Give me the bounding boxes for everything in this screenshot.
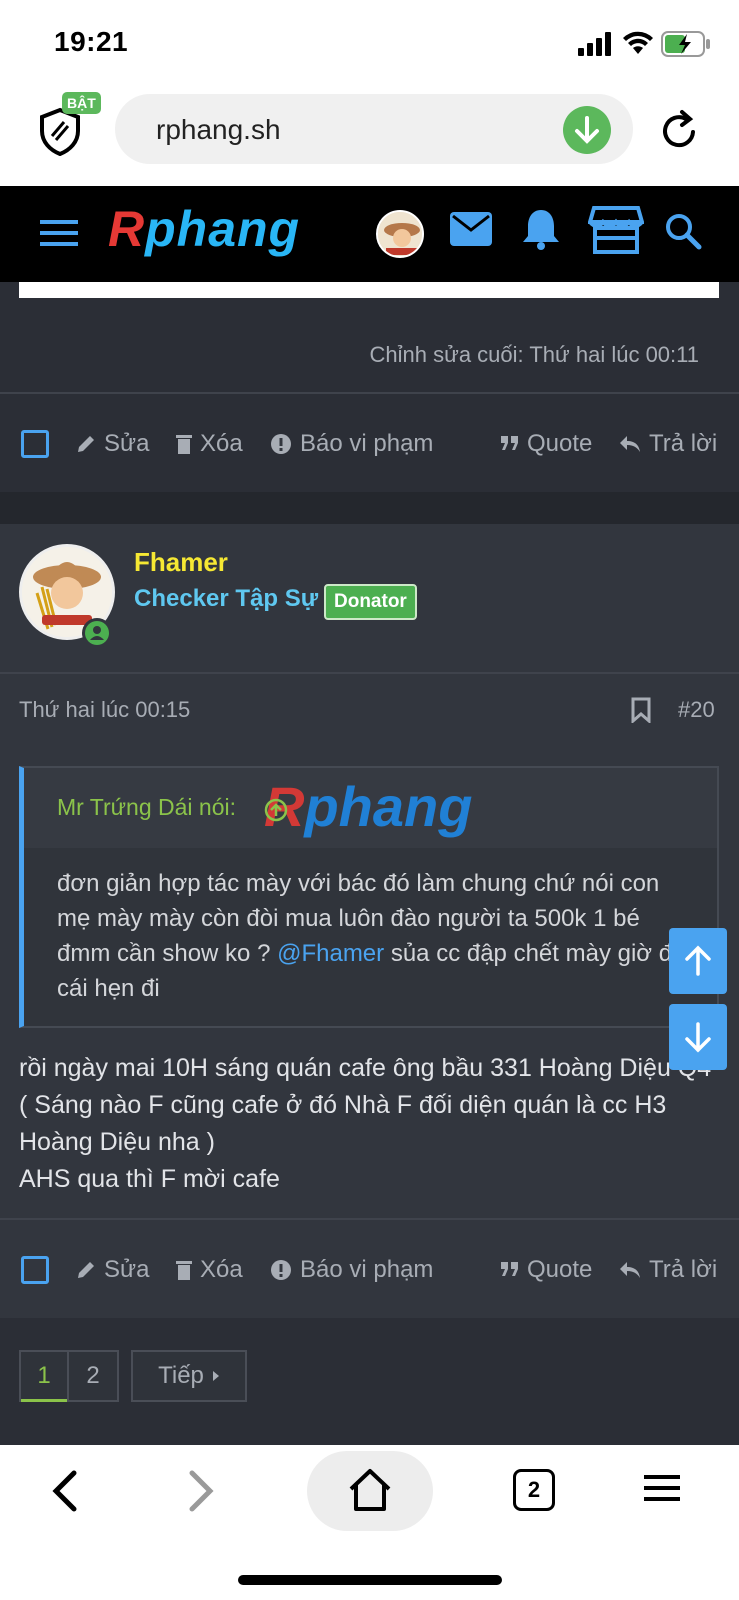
edit-button[interactable]: Sửa xyxy=(76,396,149,492)
post-actions-bar: Sửa Xóa Báo vi phạm Quote Trả lời xyxy=(0,396,739,492)
cellular-signal-icon xyxy=(578,32,611,56)
user-avatar[interactable] xyxy=(376,210,424,258)
select-post-checkbox[interactable] xyxy=(21,396,49,492)
status-time: 19:21 xyxy=(54,26,129,57)
divider xyxy=(0,392,739,394)
jump-to-quote-icon[interactable] xyxy=(264,798,288,822)
pencil-icon xyxy=(78,1262,94,1278)
post-message-paragraph: AHS qua thì F mời cafe xyxy=(19,1165,280,1193)
url-text: rphang.sh xyxy=(156,114,281,145)
checkbox-box xyxy=(21,1256,49,1284)
home-button[interactable] xyxy=(307,1451,433,1531)
status-bar: 19:21 xyxy=(0,0,739,88)
divider xyxy=(0,1218,739,1220)
edit-button[interactable]: Sửa xyxy=(76,1222,149,1318)
previous-post-content-edge xyxy=(19,282,719,298)
page-1-button[interactable]: 1 xyxy=(19,1350,69,1402)
page-2-button[interactable]: 2 xyxy=(67,1350,119,1402)
report-label: Báo vi phạm xyxy=(300,430,434,457)
browser-address-bar: BẬT rphang.sh xyxy=(0,88,739,186)
scroll-to-top-button[interactable] xyxy=(669,928,727,994)
quote-button[interactable]: Quote xyxy=(501,1222,592,1318)
site-header: Rphang xyxy=(0,186,739,282)
quote-author[interactable]: Mr Trứng Dái nói: xyxy=(57,794,236,821)
notification-bell-icon[interactable] xyxy=(522,208,560,250)
reply-icon xyxy=(620,436,640,452)
menu-icon[interactable] xyxy=(644,1473,680,1503)
quote-button[interactable]: Quote xyxy=(501,396,592,492)
reply-button[interactable]: Trả lời xyxy=(619,1222,717,1318)
next-page-button[interactable]: Tiếp xyxy=(131,1350,247,1402)
menu-icon[interactable] xyxy=(40,218,78,248)
site-logo[interactable]: Rphang xyxy=(108,200,300,258)
post-number[interactable]: #20 xyxy=(678,697,715,723)
quote-text: đơn giản hợp tác mày với bác đó làm chun… xyxy=(57,870,686,1002)
search-icon[interactable] xyxy=(664,212,702,250)
reload-icon[interactable] xyxy=(660,108,700,152)
edit-label: Sửa xyxy=(104,430,150,457)
post-user-title: Checker Tập Sự xyxy=(134,585,319,612)
caret-right-icon xyxy=(212,1371,219,1381)
report-label: Báo vi phạm xyxy=(300,1256,434,1283)
edit-label: Sửa xyxy=(104,1256,150,1283)
quote-header: Rphang Mr Trứng Dái nói: xyxy=(24,768,717,848)
tabs-button[interactable]: 2 xyxy=(513,1469,555,1511)
delete-button[interactable]: Xóa xyxy=(176,1222,243,1318)
alert-icon xyxy=(271,434,291,454)
browser-toolbar: 2 xyxy=(0,1445,739,1600)
user-online-icon xyxy=(90,626,104,640)
online-status-indicator xyxy=(82,618,112,648)
delete-label: Xóa xyxy=(200,1256,243,1283)
home-icon xyxy=(349,1469,391,1511)
checkbox-box xyxy=(21,430,49,458)
quote-label: Quote xyxy=(527,430,593,457)
reply-label: Trả lời xyxy=(649,1256,718,1283)
divider xyxy=(0,672,739,674)
arrow-down-icon xyxy=(685,1022,711,1053)
mail-icon[interactable] xyxy=(450,212,492,246)
download-button[interactable] xyxy=(563,106,611,154)
quote-icon xyxy=(501,1262,518,1276)
trash-icon xyxy=(176,1261,192,1280)
reply-label: Trả lời xyxy=(649,430,718,457)
reply-button[interactable]: Trả lời xyxy=(619,396,717,492)
last-edited-text: Chỉnh sửa cuối: Thứ hai lúc 00:11 xyxy=(369,342,700,367)
post-message: rồi ngày mai 10H sáng quán cafe ông bầu … xyxy=(19,1050,719,1198)
trash-icon xyxy=(176,435,192,454)
donator-badge: Donator xyxy=(324,584,417,620)
avatar-image xyxy=(378,212,422,256)
pencil-icon xyxy=(78,436,94,452)
post-date[interactable]: Thứ hai lúc 00:15 xyxy=(19,697,190,723)
user-mention-link[interactable]: @Fhamer xyxy=(277,940,384,967)
next-page-label: Tiếp xyxy=(158,1362,204,1389)
battery-charging-icon xyxy=(661,31,710,57)
url-field[interactable]: rphang.sh xyxy=(115,94,633,164)
report-button[interactable]: Báo vi phạm xyxy=(270,396,433,492)
back-icon[interactable] xyxy=(50,1469,80,1513)
post-separator xyxy=(0,492,739,524)
quote-icon xyxy=(501,436,518,450)
arrow-up-icon xyxy=(685,945,711,976)
forward-icon[interactable] xyxy=(186,1469,216,1513)
shield-status-badge: BẬT xyxy=(62,92,101,114)
store-icon[interactable] xyxy=(588,206,644,254)
post-actions-bar: Sửa Xóa Báo vi phạm Quote Trả lời xyxy=(0,1222,739,1318)
alert-icon xyxy=(271,1260,291,1280)
scroll-to-bottom-button[interactable] xyxy=(669,1004,727,1070)
download-arrow-icon xyxy=(575,116,599,144)
home-indicator xyxy=(238,1575,502,1585)
post-username[interactable]: Fhamer xyxy=(134,547,228,578)
quote-label: Quote xyxy=(527,1256,593,1283)
delete-label: Xóa xyxy=(200,430,243,457)
reply-icon xyxy=(620,1262,640,1278)
bookmark-icon[interactable] xyxy=(631,697,651,723)
select-post-checkbox[interactable] xyxy=(21,1222,49,1318)
quote-block: Rphang Mr Trứng Dái nói: đơn giản hợp tá… xyxy=(19,766,719,1028)
report-button[interactable]: Báo vi phạm xyxy=(270,1222,433,1318)
wifi-icon xyxy=(623,31,653,54)
post-message-paragraph: rồi ngày mai 10H sáng quán cafe ông bầu … xyxy=(19,1054,712,1156)
delete-button[interactable]: Xóa xyxy=(176,396,243,492)
quote-logo-image: Rphang xyxy=(264,775,473,838)
